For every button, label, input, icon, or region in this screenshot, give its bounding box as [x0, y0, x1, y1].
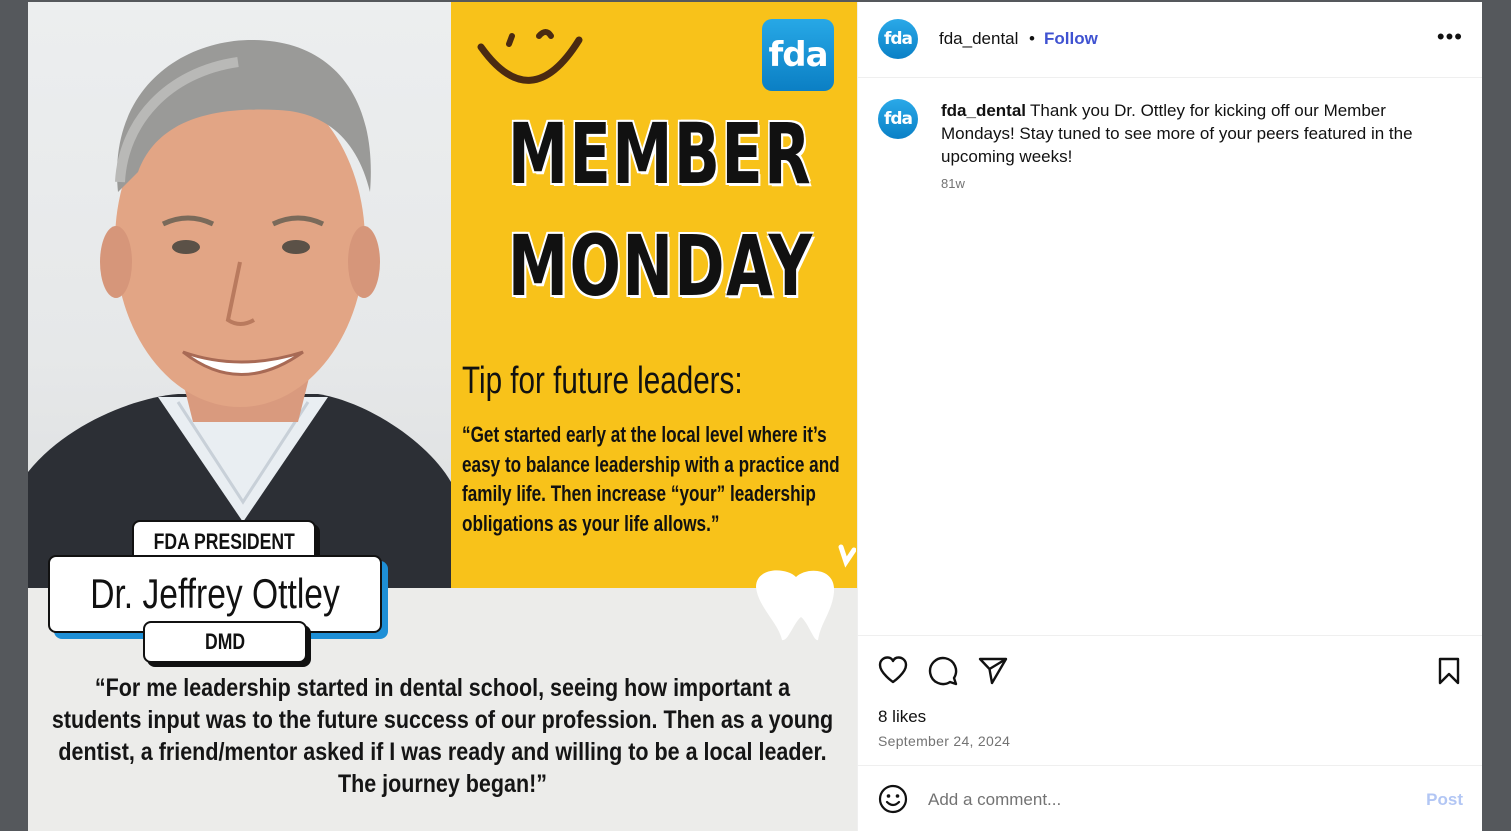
tip-title: Tip for future leaders:	[462, 360, 743, 402]
tooth-icon	[756, 544, 856, 641]
heart-icon[interactable]	[878, 656, 908, 684]
degree-badge: DMD	[143, 621, 307, 663]
follow-button[interactable]: Follow	[1044, 29, 1098, 49]
caption-avatar[interactable]: fda	[878, 99, 918, 139]
post-side-panel: fda fda_dental • Follow ••• fda fda_dent…	[857, 2, 1482, 831]
post-modal: fda MEMBER MONDAY Tip for future leaders…	[28, 2, 1482, 831]
avatar[interactable]: fda	[878, 19, 918, 59]
caption-timestamp[interactable]: 81w	[941, 176, 965, 191]
emoji-icon[interactable]	[878, 784, 908, 814]
caption-username[interactable]: fda_dental	[941, 101, 1026, 120]
comment-icon[interactable]	[928, 656, 958, 686]
actions-bar: 8 likes September 24, 2024	[858, 635, 1482, 766]
header-username[interactable]: fda_dental	[939, 29, 1018, 49]
headline-monday: MONDAY	[507, 217, 814, 315]
comment-bar: Post	[858, 765, 1482, 831]
portrait-photo	[28, 2, 451, 588]
fda-logo: fda	[762, 19, 834, 91]
share-icon[interactable]	[978, 657, 1008, 685]
more-options-icon[interactable]: •••	[1437, 24, 1463, 50]
post-image: fda MEMBER MONDAY Tip for future leaders…	[28, 2, 857, 831]
headline-member: MEMBER	[507, 105, 813, 203]
post-date: September 24, 2024	[878, 733, 1011, 749]
separator-dot: •	[1029, 29, 1035, 48]
post-header: fda fda_dental • Follow •••	[858, 2, 1482, 78]
post-caption: fda_dental Thank you Dr. Ottley for kicki…	[941, 99, 1446, 168]
smile-icon	[477, 29, 583, 84]
tip-quote: “Get started early at the local level wh…	[462, 422, 840, 536]
comment-input[interactable]	[926, 784, 1400, 816]
bookmark-icon[interactable]	[1437, 657, 1461, 685]
likes-count[interactable]: 8 likes	[878, 707, 926, 727]
post-comment-button[interactable]: Post	[1426, 790, 1463, 810]
leadership-quote: “For me leadership started in dental sch…	[51, 674, 834, 798]
